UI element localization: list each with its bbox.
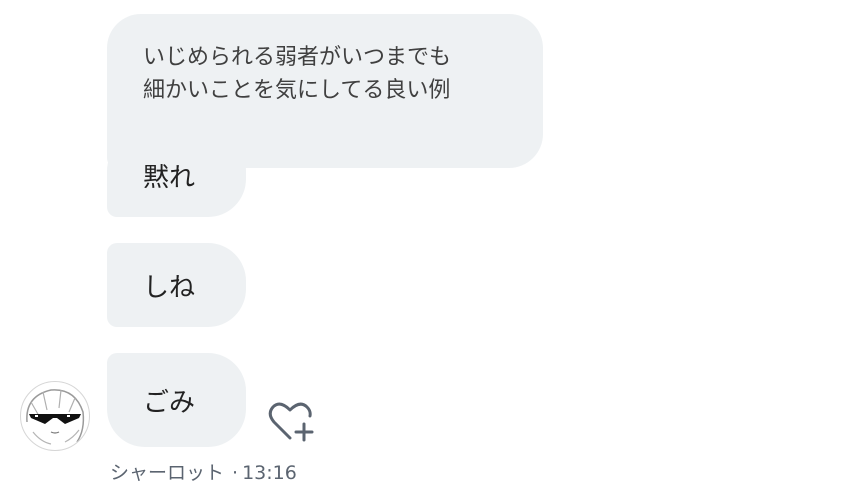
message-meta: シャーロット · 13:16 <box>110 458 297 485</box>
quoted-message-line-2: 細かいことを気にしてる良い例 <box>143 78 451 103</box>
heart-plus-icon <box>268 402 314 442</box>
message-bubble-2[interactable]: しね <box>107 243 246 327</box>
message-bubble-3[interactable]: ごみ <box>107 353 246 447</box>
sender-name[interactable]: シャーロット <box>110 462 224 484</box>
add-reaction-button[interactable] <box>266 398 316 444</box>
message-text-1: 黙れ <box>143 162 196 193</box>
meta-separator: · <box>232 462 239 484</box>
message-timestamp: 13:16 <box>242 462 297 484</box>
avatar[interactable] <box>20 381 90 451</box>
message-text-3: ごみ <box>143 387 196 418</box>
message-bubble-1[interactable]: 黙れ <box>107 133 246 217</box>
quoted-message-line-1: いじめられる弱者がいつまでも <box>143 45 452 70</box>
avatar-image <box>26 389 85 445</box>
message-text-2: しね <box>143 272 196 303</box>
